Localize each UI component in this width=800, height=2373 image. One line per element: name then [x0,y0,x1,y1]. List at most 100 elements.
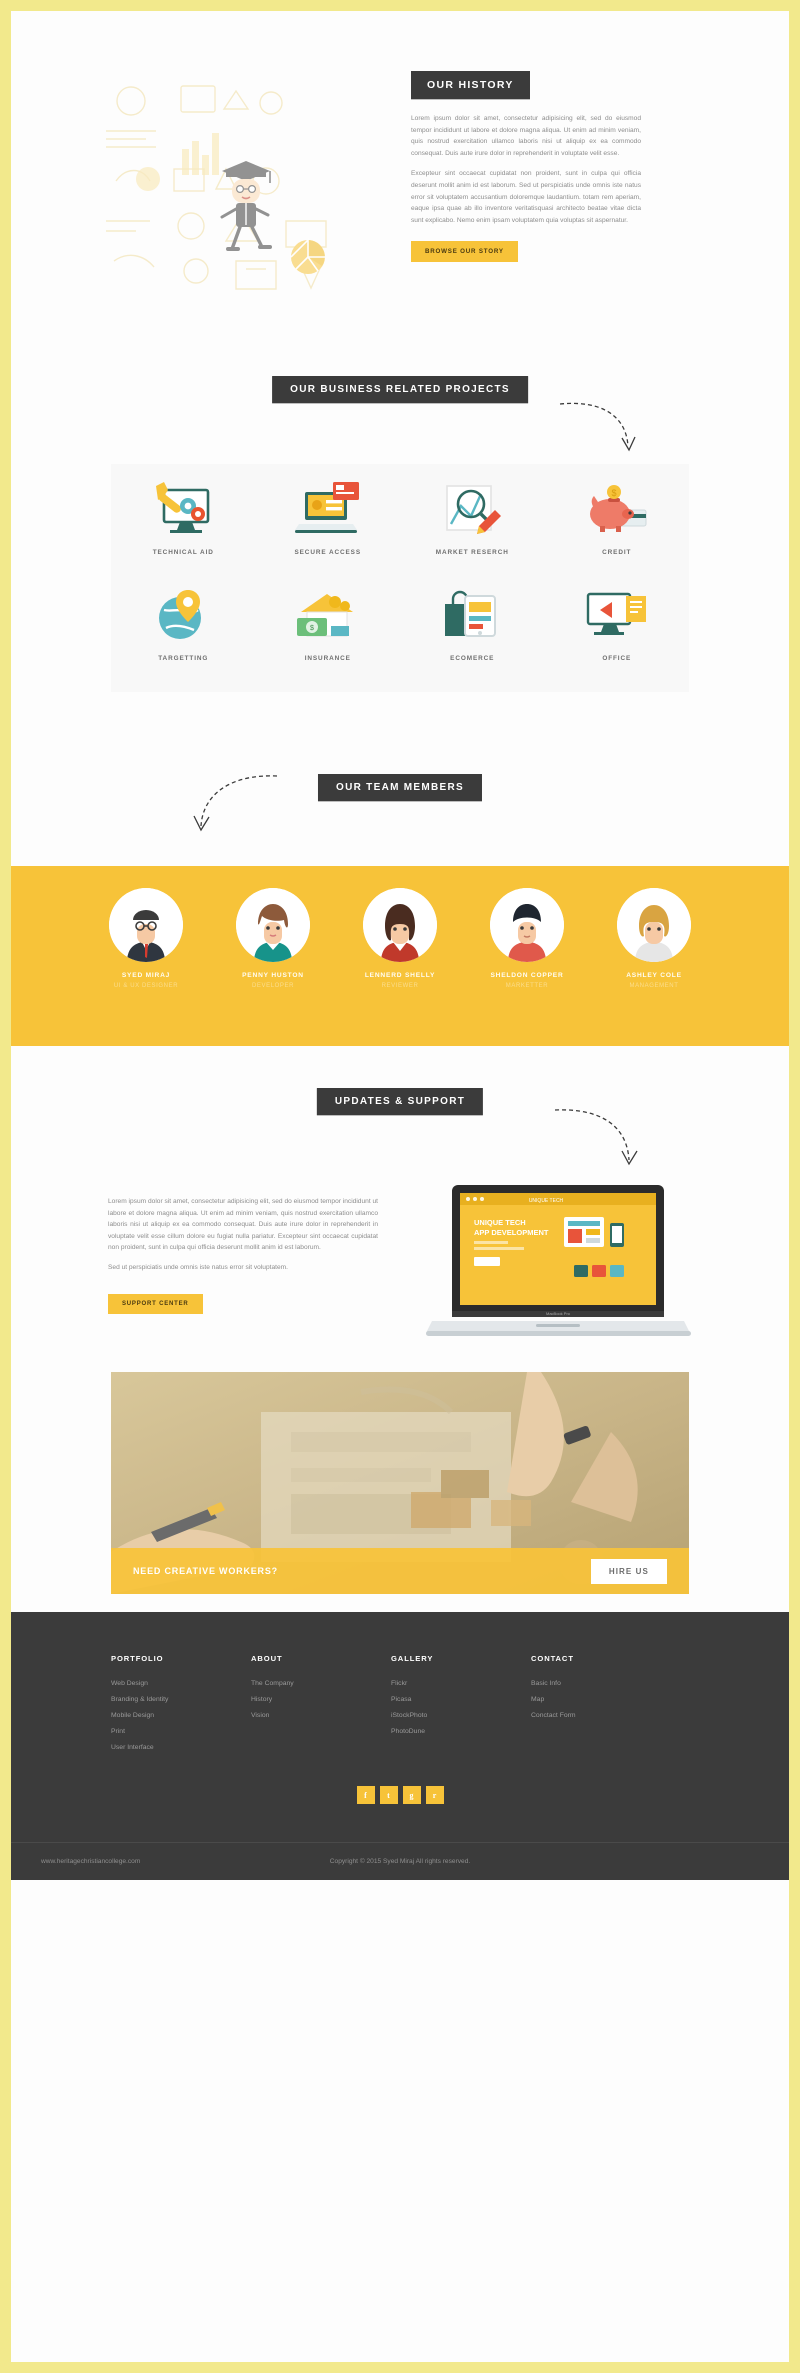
team-member[interactable]: PENNY HUSTON DEVELOPER [227,888,319,989]
project-label: TECHNICAL AID [152,549,214,556]
footer-column-title: PORTFOLIO [111,1654,164,1663]
footer-column-contact: CONTACT Basic Info Map Conctact Form [531,1654,671,1760]
footer-link[interactable]: User Interface [111,1744,251,1751]
footer-column-title: ABOUT [251,1654,283,1663]
avatar [236,888,310,962]
website-url: www.heritagechristiancollege.com [41,1858,141,1865]
footer-link[interactable]: Basic Info [531,1680,671,1687]
project-item-ecomerce[interactable]: ECOMERCE [400,570,545,662]
laptop-login-card-icon [256,478,401,540]
project-label: CREDIT [602,549,632,556]
team-member[interactable]: ASHLEY COLE MANAGEMENT [608,888,700,989]
svg-text:APP DEVELOPMENT: APP DEVELOPMENT [474,1228,549,1237]
footer-link[interactable]: iStockPhoto [391,1712,531,1719]
hire-us-button[interactable]: HIRE US [590,1558,667,1584]
team-member[interactable]: LENNERD SHELLY REVIEWER [354,888,446,989]
team-heading-wrap: OUR TEAM MEMBERS [11,746,789,866]
footer-link[interactable]: Mobile Design [111,1712,251,1719]
laptop-mockup: UNIQUE TECH UNIQUE TECH APP DEVELOPMENT [426,1181,691,1356]
projects-grid-row-1: TECHNICAL AID SECURE ACCESS MARKET RESER… [111,464,689,556]
cta-bar: NEED CREATIVE WORKERS? HIRE US [111,1548,689,1594]
piggy-bank-coin-icon: $ [545,478,690,540]
site-footer: PORTFOLIO Web Design Branding & Identity… [11,1612,789,1880]
footer-columns: PORTFOLIO Web Design Branding & Identity… [11,1654,789,1760]
social-links: f t g r [11,1786,789,1804]
curved-arrow-down-right-icon-2 [554,1109,638,1166]
project-label: TARGETTING [158,655,209,662]
project-item-targetting[interactable]: TARGETTING [111,570,256,662]
location-pin-globe-icon [111,584,256,646]
avatar [617,888,691,962]
cta-banner-section: NEED CREATIVE WORKERS? HIRE US [11,1352,789,1612]
projects-heading-wrap: OUR BUSINESS RELATED PROJECTS [272,376,528,403]
projects-grid-row-2: TARGETTING $ INSURANCE ECOMERCE OFFICE [111,570,689,662]
team-member-name: ASHLEY COLE [626,972,682,979]
footer-link[interactable]: Vision [251,1712,391,1719]
project-label: INSURANCE [304,655,351,662]
page-canvas: OUR HISTORY Lorem ipsum dolor sit amet, … [11,11,789,2362]
svg-text:$: $ [611,488,616,498]
footer-link[interactable]: Flickr [391,1680,531,1687]
avatar [363,888,437,962]
support-center-button[interactable]: SUPPORT CENTER [108,1293,203,1314]
shopping-bag-mobile-icon [400,584,545,646]
footer-column-title: CONTACT [531,1654,574,1663]
history-paragraph-2: Excepteur sint occaecat cupidatat non pr… [411,170,641,224]
support-text-block: Lorem ipsum dolor sit amet, consectetur … [108,1196,378,1314]
footer-link[interactable]: Picasa [391,1696,531,1703]
copyright-text: Copyright © 2015 Syed Miraj All rights r… [329,1858,471,1865]
cta-text: NEED CREATIVE WORKERS? [133,1566,278,1576]
team-band: SYED MIRAJ UI & UX DESIGNER PENNY HUSTON… [11,866,789,1046]
projects-section: OUR BUSINESS RELATED PROJECTS TECHNICAL … [11,376,789,746]
team-heading: OUR TEAM MEMBERS [317,774,483,801]
project-item-office[interactable]: OFFICE [545,570,690,662]
curved-arrow-down-left-icon [193,775,278,832]
project-label: SECURE ACCESS [294,549,361,556]
team-member-name: PENNY HUSTON [242,972,304,979]
avatar [490,888,564,962]
svg-text:$: $ [310,625,314,632]
project-item-secure-access[interactable]: SECURE ACCESS [256,464,401,556]
support-section: UPDATES & SUPPORT Lorem ipsum dolor sit … [11,1046,789,1346]
footer-link[interactable]: Branding & Identity [111,1696,251,1703]
team-member-name: SYED MIRAJ [121,972,171,979]
footer-link[interactable]: History [251,1696,391,1703]
footer-link[interactable]: Print [111,1728,251,1735]
footer-column-gallery: GALLERY Flickr Picasa iStockPhoto PhotoD… [391,1654,531,1760]
team-member-role: MANAGEMENT [629,983,679,989]
facebook-icon[interactable]: f [356,1786,375,1804]
footer-link[interactable]: Web Design [111,1680,251,1687]
laptop-browser-bar-label: UNIQUE TECH [529,1198,564,1204]
history-doodle-illustration [86,61,371,311]
footer-column-about: ABOUT The Company History Vision [251,1654,391,1760]
project-item-credit[interactable]: $ CREDIT [545,464,690,556]
team-member[interactable]: SHELDON COPPER MARKETTER [481,888,573,989]
projects-heading: OUR BUSINESS RELATED PROJECTS [272,376,528,403]
monitor-wrench-gears-icon [111,478,256,540]
history-section: OUR HISTORY Lorem ipsum dolor sit amet, … [11,11,789,376]
browse-our-story-button[interactable]: BROWSE OUR STORY [411,241,518,263]
team-member-role: REVIEWER [381,983,419,989]
project-item-technical-aid[interactable]: TECHNICAL AID [111,464,256,556]
google-plus-icon[interactable]: g [402,1786,421,1804]
footer-column-title: GALLERY [391,1654,434,1663]
support-heading: UPDATES & SUPPORT [316,1088,484,1115]
svg-text:MacBook Pro: MacBook Pro [546,1311,571,1316]
avatar [109,888,183,962]
footer-link[interactable]: Conctact Form [531,1712,671,1719]
project-label: MARKET RESERCH [435,549,509,556]
project-item-insurance[interactable]: $ INSURANCE [256,570,401,662]
footer-link[interactable]: Map [531,1696,671,1703]
team-section: OUR TEAM MEMBERS SYED MIRAJ UI & UX DESI… [11,746,789,1046]
team-member[interactable]: SYED MIRAJ UI & UX DESIGNER [100,888,192,989]
twitter-icon[interactable]: t [379,1786,398,1804]
footer-link[interactable]: The Company [251,1680,391,1687]
footer-link[interactable]: PhotoDune [391,1728,531,1735]
team-member-role: UI & UX DESIGNER [113,983,179,989]
project-item-market-reserch[interactable]: MARKET RESERCH [400,464,545,556]
support-paragraph-2: Sed ut perspiciatis unde omnis iste natu… [108,1263,288,1271]
copyright-bar: www.heritagechristiancollege.com Copyrig… [11,1842,789,1880]
curved-arrow-down-right-icon [559,402,636,452]
rss-icon[interactable]: r [425,1786,444,1804]
team-member-name: LENNERD SHELLY [364,972,436,979]
